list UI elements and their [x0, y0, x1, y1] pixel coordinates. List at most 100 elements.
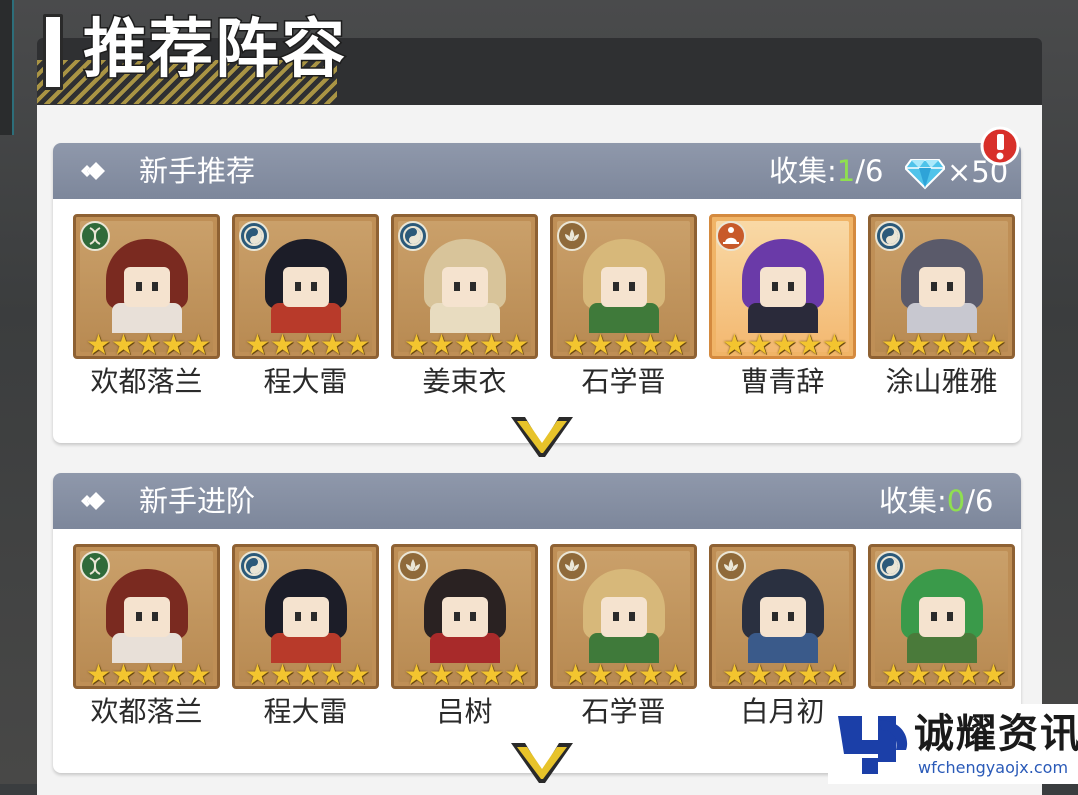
- title-area: 推荐阵容: [33, 0, 463, 105]
- star-rating: ★ ★ ★ ★ ★: [86, 658, 216, 689]
- watermark-text: 诚耀资讯: [914, 711, 1078, 757]
- star-icon: ★: [111, 328, 137, 359]
- star-icon: ★: [429, 328, 455, 359]
- hero-portrait: ★ ★ ★ ★ ★: [73, 544, 220, 689]
- hero-portrait: ★ ★ ★ ★ ★: [73, 214, 220, 359]
- hero-name: 欢都落兰: [90, 695, 203, 728]
- section-title: 新手进阶: [139, 484, 256, 518]
- hero-name: 欢都落兰: [90, 365, 203, 398]
- expand-chevron-icon[interactable]: [507, 413, 577, 459]
- star-icon: ★: [931, 328, 957, 359]
- page-title: 推荐阵容: [82, 12, 347, 89]
- star-icon: ★: [479, 328, 505, 359]
- star-rating: ★ ★ ★ ★ ★: [404, 658, 534, 689]
- star-icon: ★: [797, 328, 823, 359]
- star-icon: ★: [772, 658, 798, 689]
- diamond-icon: [903, 159, 947, 190]
- hero-list: ★ ★ ★ ★ ★ 欢都落兰 ★ ★ ★ ★ ★ 程大雷 ★ ★ ★ ★ ★ 姜束衣 ★ ★ ★ ★ ★ 石学晋 ★ ★ ★ ★ ★ 曹青…: [73, 214, 1015, 398]
- star-icon: ★: [906, 328, 932, 359]
- watermark-url: wfchengyaojx.com: [918, 758, 1069, 777]
- collect-count: 收集:0/6: [879, 484, 994, 518]
- hero-portrait: ★ ★ ★ ★ ★: [232, 544, 379, 689]
- hero-name: 程大雷: [263, 365, 348, 398]
- star-icon: ★: [747, 328, 773, 359]
- side-panel-edge: [0, 0, 14, 135]
- star-icon: ★: [981, 328, 1007, 359]
- star-icon: ★: [613, 328, 639, 359]
- hero-portrait: ★ ★ ★ ★ ★: [391, 544, 538, 689]
- star-rating: ★ ★ ★ ★ ★: [563, 658, 693, 689]
- star-icon: ★: [822, 328, 848, 359]
- star-rating: ★ ★ ★ ★ ★: [881, 328, 1011, 359]
- star-icon: ★: [563, 328, 589, 359]
- lotus-icon: [398, 551, 428, 581]
- swirl-icon: [875, 221, 905, 251]
- star-icon: ★: [588, 658, 614, 689]
- reward[interactable]: ×50: [903, 154, 1045, 190]
- hero-portrait: ★ ★ ★ ★ ★: [709, 214, 856, 359]
- star-rating: ★ ★ ★ ★ ★: [722, 658, 852, 689]
- star-icon: ★: [454, 328, 480, 359]
- hero-portrait: ★ ★ ★ ★ ★: [709, 544, 856, 689]
- star-icon: ★: [772, 328, 798, 359]
- swirl-icon: [398, 221, 428, 251]
- diamond-arrow-icon: [81, 492, 105, 510]
- star-icon: ★: [504, 328, 530, 359]
- star-icon: ★: [956, 328, 982, 359]
- star-icon: ★: [504, 658, 530, 689]
- section-card-newbie-recommend: 新手推荐 收集:1/6 ×50 ★ ★ ★ ★ ★ 欢都落兰 ★ ★ ★ ★ ★ 程大雷 ★ ★ ★ ★ ★ 姜束…: [53, 143, 1021, 457]
- star-icon: ★: [454, 658, 480, 689]
- title-bar-decoration: [43, 14, 63, 90]
- star-icon: ★: [186, 658, 212, 689]
- star-icon: ★: [295, 328, 321, 359]
- star-icon: ★: [136, 328, 162, 359]
- star-icon: ★: [563, 658, 589, 689]
- star-icon: ★: [136, 658, 162, 689]
- hero-portrait: ★ ★ ★ ★ ★: [868, 214, 1015, 359]
- star-icon: ★: [722, 328, 748, 359]
- star-icon: ★: [663, 328, 689, 359]
- star-icon: ★: [747, 658, 773, 689]
- hero-portrait: ★ ★ ★ ★ ★: [550, 214, 697, 359]
- watermark-logo-icon: [838, 716, 908, 774]
- swirl-icon: [239, 221, 269, 251]
- star-icon: ★: [588, 328, 614, 359]
- meditate-icon: [716, 221, 746, 251]
- star-icon: ★: [613, 658, 639, 689]
- star-icon: ★: [111, 658, 137, 689]
- star-icon: ★: [931, 658, 957, 689]
- hero-portrait: ★ ★ ★ ★ ★: [868, 544, 1015, 689]
- collect-count: 收集:1/6: [769, 154, 884, 188]
- star-rating: ★ ★ ★ ★ ★: [245, 658, 375, 689]
- star-icon: ★: [86, 328, 112, 359]
- diamond-arrow-icon: [81, 162, 105, 180]
- section-title: 新手推荐: [139, 154, 256, 188]
- hero-name: 石学晋: [581, 365, 666, 398]
- lotus-icon: [557, 221, 587, 251]
- star-icon: ★: [86, 658, 112, 689]
- hero-name: 石学晋: [581, 695, 666, 728]
- hero-portrait: ★ ★ ★ ★ ★: [391, 214, 538, 359]
- hero-portrait: ★ ★ ★ ★ ★: [232, 214, 379, 359]
- star-icon: ★: [270, 328, 296, 359]
- star-icon: ★: [479, 658, 505, 689]
- star-icon: ★: [906, 658, 932, 689]
- dna-icon: [80, 551, 110, 581]
- star-icon: ★: [822, 658, 848, 689]
- expand-chevron-icon[interactable]: [507, 739, 577, 785]
- lotus-icon: [716, 551, 746, 581]
- star-icon: ★: [981, 658, 1007, 689]
- star-icon: ★: [404, 658, 430, 689]
- star-icon: ★: [320, 658, 346, 689]
- star-icon: ★: [956, 658, 982, 689]
- dna-icon: [80, 221, 110, 251]
- swirl-icon: [239, 551, 269, 581]
- star-rating: ★ ★ ★ ★ ★: [86, 328, 216, 359]
- star-icon: ★: [161, 328, 187, 359]
- watermark: 诚耀资讯 wfchengyaojx.com: [828, 704, 1078, 784]
- star-rating: ★ ★ ★ ★ ★: [245, 328, 375, 359]
- star-icon: ★: [722, 658, 748, 689]
- star-icon: ★: [161, 658, 187, 689]
- hero-list: ★ ★ ★ ★ ★ 欢都落兰 ★ ★ ★ ★ ★ 程大雷 ★ ★ ★ ★ ★ 吕树 ★ ★ ★ ★ ★ 石学晋 ★ ★ ★ ★ ★ 白月初…: [73, 544, 1015, 728]
- star-icon: ★: [638, 328, 664, 359]
